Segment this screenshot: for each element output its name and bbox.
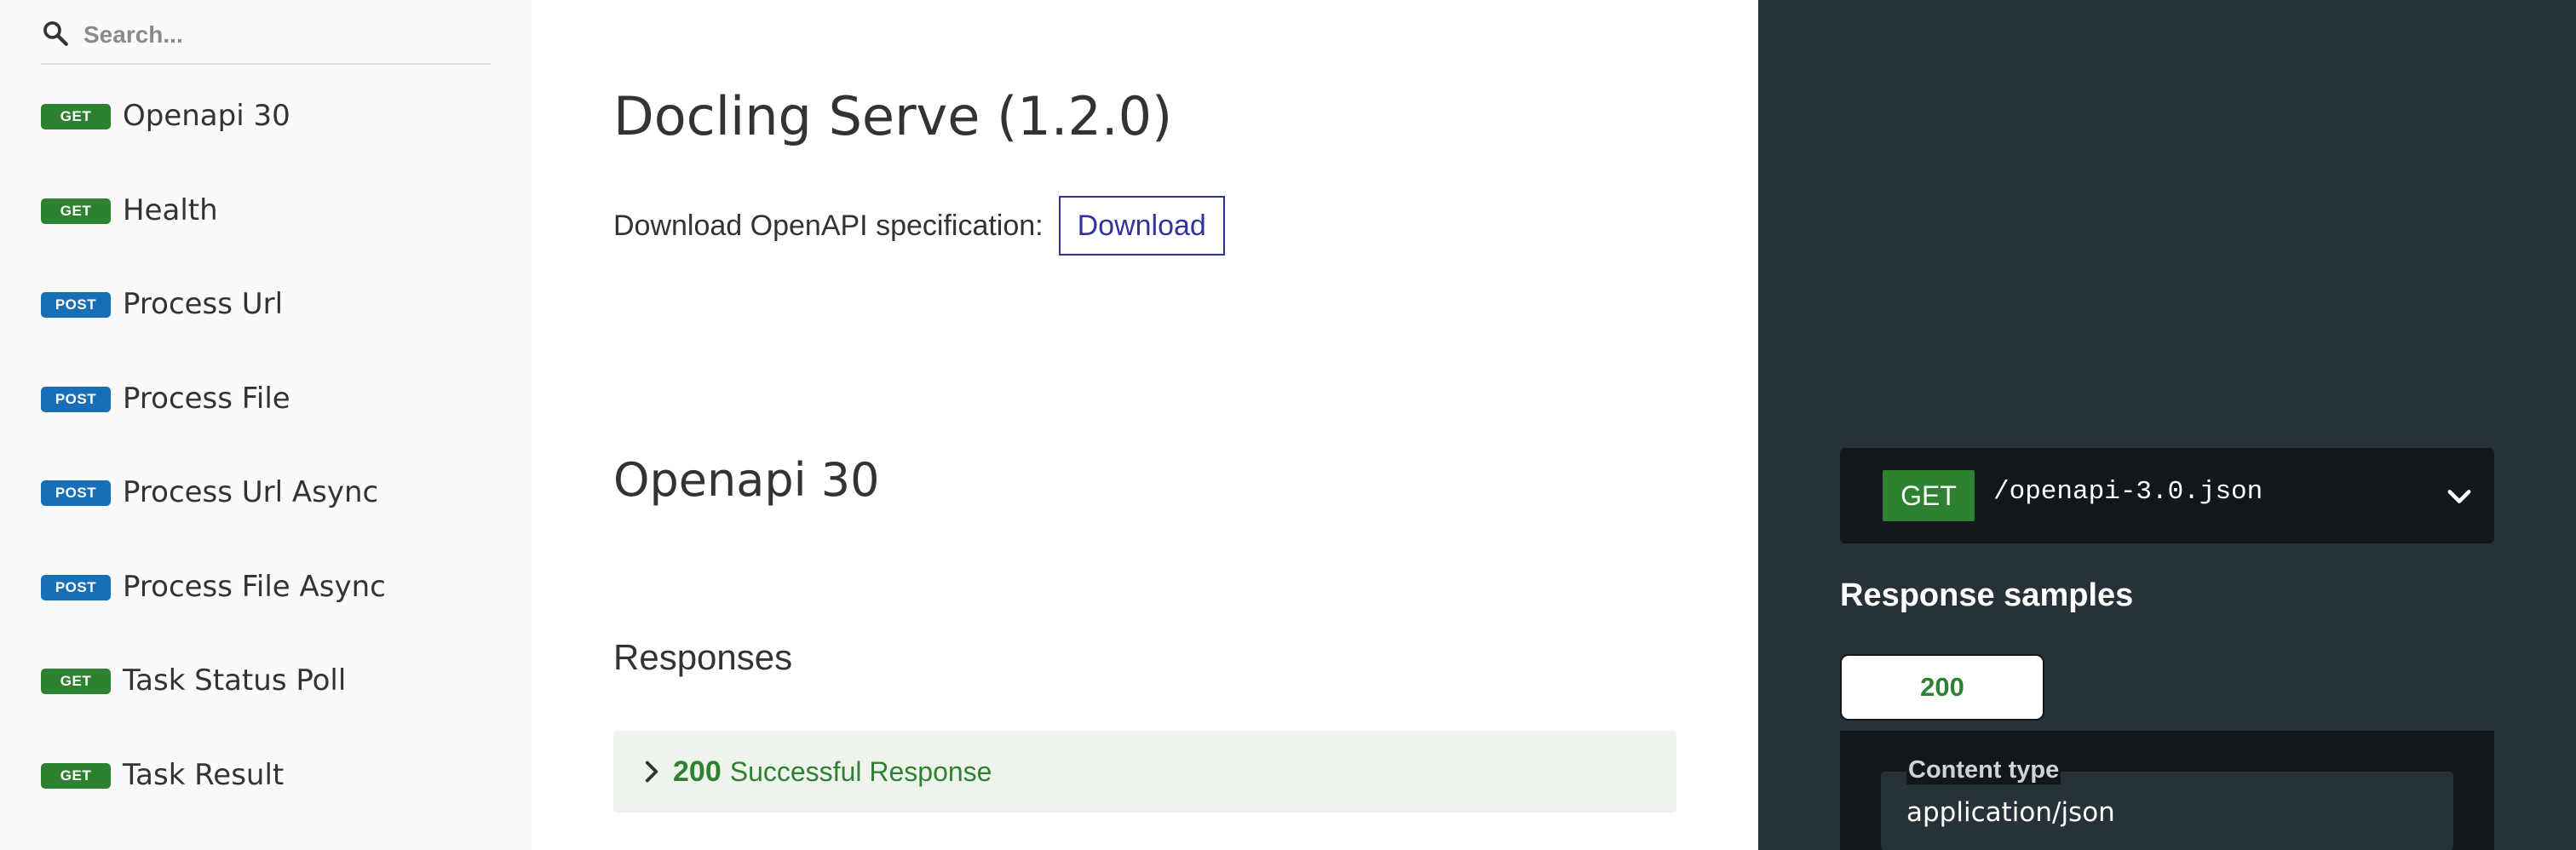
response-sample-panel: Content type application/json [1840,731,2494,850]
search-box [41,0,491,65]
method-badge: GET [41,104,111,129]
sidebar-item-label: Process File [123,381,290,416]
download-row: Download OpenAPI specification: Download [613,194,1225,257]
operation-title: Openapi 30 [613,453,880,507]
sidebar-item-label: Task Result [123,757,285,792]
endpoint-path: /openapi-3.0.json [1993,477,2263,507]
sidebar-item-label: Task Status Poll [123,663,347,698]
responses-heading: Responses [613,637,793,677]
sidebar-item-label: Health [123,192,218,227]
method-badge: POST [41,292,111,318]
sidebar: GET Openapi 30 GET Health POST Process U… [0,0,532,850]
chevron-down-icon [2447,490,2471,503]
method-badge: POST [41,480,111,506]
tab-status-200[interactable]: 200 [1840,654,2044,721]
content-type-label: Content type [1906,756,2061,784]
download-button[interactable]: Download [1058,196,1225,256]
response-code: 200 [673,755,722,788]
sidebar-item-label: Openapi 30 [123,99,290,133]
response-samples-title: Response samples [1840,577,2134,613]
sidebar-item-task-status-poll[interactable]: GET Task Status Poll [0,636,532,731]
method-badge: POST [41,574,111,600]
sidebar-item-process-url[interactable]: POST Process Url [0,260,532,354]
sidebar-item-process-file[interactable]: POST Process File [0,354,532,449]
method-badge: GET [41,669,111,694]
main-content: Docling Serve (1.2.0) Download OpenAPI s… [532,0,1758,850]
download-label: Download OpenAPI specification: [613,209,1044,242]
sidebar-item-label: Process Url [123,287,284,321]
method-badge: GET [41,762,111,789]
chevron-right-icon [645,761,658,783]
sidebar-item-process-url-async[interactable]: POST Process Url Async [0,448,532,543]
search-icon [43,21,68,46]
sidebar-item-health[interactable]: GET Health [0,166,532,261]
content-type-value: application/json [1906,797,2115,828]
endpoint-toggle[interactable]: GET /openapi-3.0.json [1840,448,2494,543]
page-title: Docling Serve (1.2.0) [613,85,1173,147]
sidebar-item-process-file-async[interactable]: POST Process File Async [0,543,532,637]
method-badge: POST [41,386,111,412]
response-200-toggle[interactable]: 200 Successful Response [613,731,1676,813]
sidebar-item-label: Process Url Async [123,475,379,509]
response-description: Successful Response [729,755,992,787]
search-input[interactable] [82,14,486,56]
sidebar-item-openapi-30[interactable]: GET Openapi 30 [0,72,532,166]
sidebar-item-task-result[interactable]: GET Task Result [0,731,532,825]
sidebar-item-label: Process File Async [123,569,386,604]
right-panel: GET /openapi-3.0.json Response samples 2… [1758,0,2576,850]
method-badge: GET [41,198,111,224]
sidebar-menu: GET Openapi 30 GET Health POST Process U… [0,72,532,824]
endpoint-method-badge: GET [1883,470,1975,521]
